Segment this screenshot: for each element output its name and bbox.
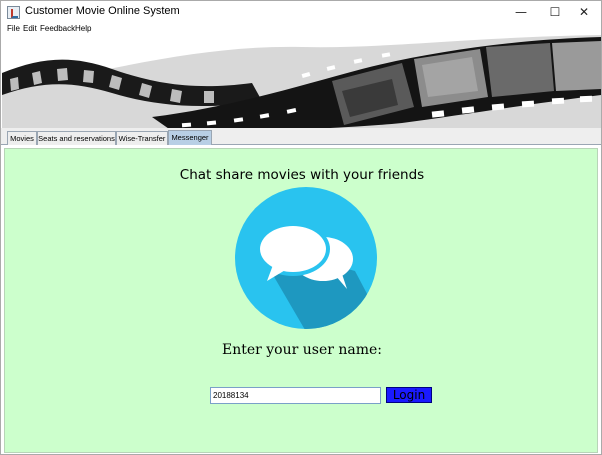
menu-help[interactable]: Help: [75, 23, 91, 35]
tab-messenger[interactable]: Messenger: [168, 130, 212, 145]
menu-bar: File Edit Feedback Help: [1, 23, 601, 35]
tab-wise-transfer[interactable]: Wise-Transfer: [116, 131, 168, 145]
minimize-button[interactable]: —: [504, 1, 538, 23]
menu-file[interactable]: File: [7, 23, 20, 35]
username-label: Enter your user name:: [221, 342, 383, 358]
tab-movies[interactable]: Movies: [7, 131, 37, 145]
close-button[interactable]: ✕: [567, 1, 601, 23]
login-button[interactable]: Login: [386, 387, 432, 403]
chat-bubbles-icon: [235, 187, 377, 329]
menu-feedback[interactable]: Feedback: [40, 23, 75, 35]
messenger-panel: Chat share movies with your friends Ente…: [4, 148, 598, 453]
window-title: Customer Movie Online System: [25, 5, 180, 17]
menu-edit[interactable]: Edit: [23, 23, 37, 35]
tab-strip: Movies Seats and reservations Wise-Trans…: [1, 128, 601, 145]
username-input[interactable]: [210, 387, 381, 404]
app-window: Customer Movie Online System — ☐ ✕ File …: [0, 0, 602, 455]
tab-seats-and-reservations[interactable]: Seats and reservations: [37, 131, 116, 145]
film-strip-image: [2, 35, 601, 128]
title-bar[interactable]: Customer Movie Online System — ☐ ✕: [1, 1, 601, 23]
java-app-icon: [7, 6, 20, 19]
film-strip-banner: [2, 35, 601, 128]
chat-heading: Chat share movies with your friends: [179, 167, 425, 183]
